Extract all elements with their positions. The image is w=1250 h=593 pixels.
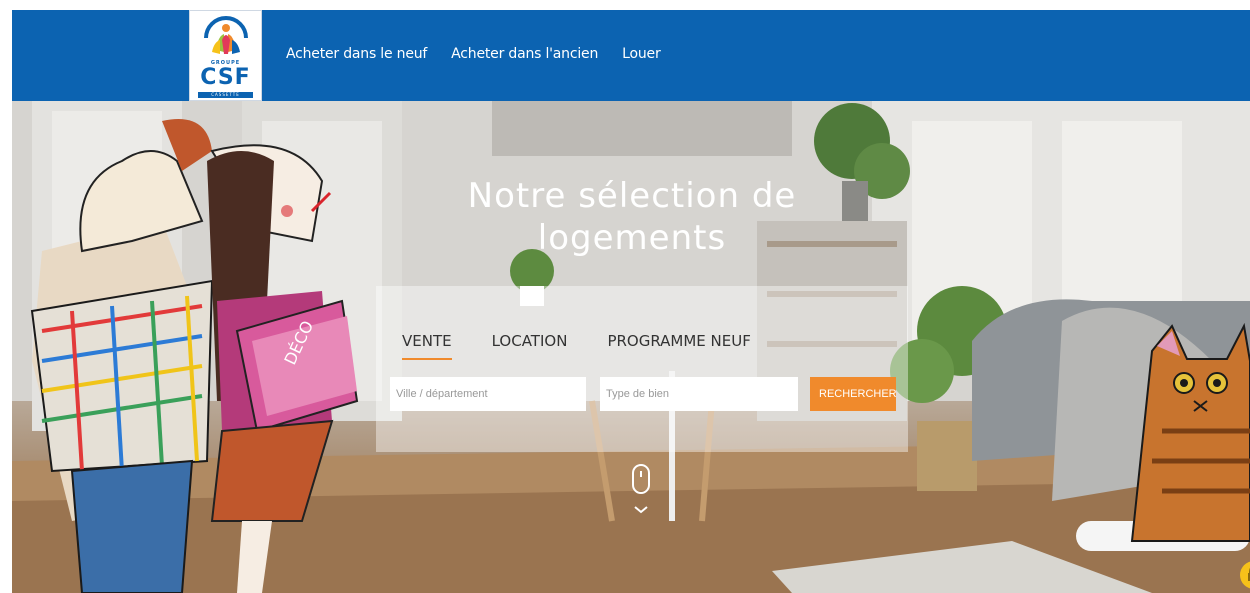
tab-vente[interactable]: VENTE <box>402 332 452 360</box>
tab-location[interactable]: LOCATION <box>492 332 568 360</box>
city-input[interactable]: Ville / département <box>390 377 586 411</box>
logo-caisse-text: CASSETTE <box>198 92 253 98</box>
hero-title: Notre sélection de logements <box>467 176 797 258</box>
tab-programme-neuf[interactable]: PROGRAMME NEUF <box>607 332 750 360</box>
top-nav-bar: GROUPE CSF CASSETTE Acheter dans le neuf… <box>12 10 1250 101</box>
nav-louer[interactable]: Louer <box>622 46 661 62</box>
logo-brand-text: CSF <box>200 65 251 90</box>
search-tabs: VENTE LOCATION PROGRAMME NEUF <box>402 332 791 360</box>
hero-section: DÉCO Notre sélection de logements VENTE … <box>12 101 1250 593</box>
search-button[interactable]: RECHERCHER <box>810 377 896 411</box>
search-panel: VENTE LOCATION PROGRAMME NEUF Ville / dé… <box>376 286 908 452</box>
csf-logo[interactable]: GROUPE CSF CASSETTE <box>189 10 262 101</box>
lock-icon[interactable] <box>1236 553 1250 589</box>
nav-acheter-ancien[interactable]: Acheter dans l'ancien <box>451 46 598 62</box>
nav-acheter-neuf[interactable]: Acheter dans le neuf <box>286 46 427 62</box>
main-nav: Acheter dans le neuf Acheter dans l'anci… <box>286 46 685 62</box>
csf-emblem-icon <box>204 16 248 54</box>
property-type-input[interactable]: Type de bien <box>600 377 798 411</box>
mouse-scroll-icon[interactable] <box>628 463 654 519</box>
